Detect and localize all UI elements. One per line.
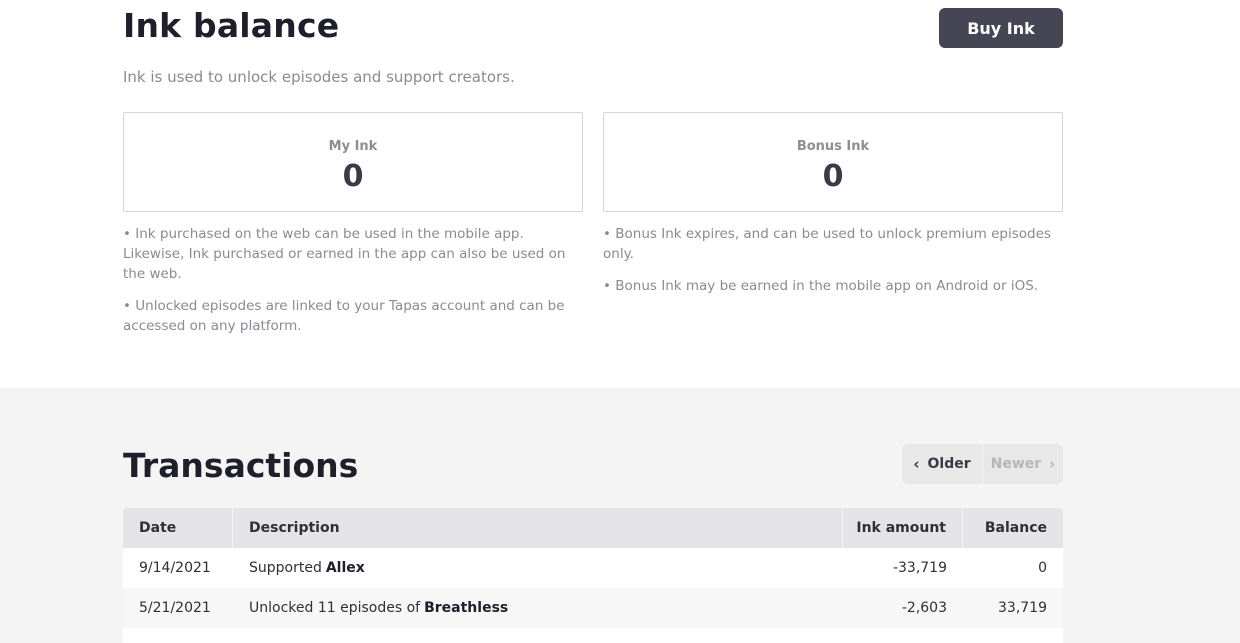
row-series-name[interactable]: Breathless [424, 600, 508, 616]
my-ink-label: My Ink [328, 139, 378, 154]
bonus-ink-label: Bonus Ink [796, 139, 870, 154]
bonus-ink-note: • Bonus Ink expires, and can be used to … [603, 226, 1051, 262]
row-balance: 33,719 [998, 600, 1047, 616]
page-subtitle: Ink is used to unlock episodes and suppo… [123, 68, 515, 86]
row-ink-amount: -2,603 [901, 600, 947, 616]
bonus-ink-note: • Bonus Ink may be earned in the mobile … [603, 278, 1039, 294]
page-title: Ink balance [123, 6, 340, 45]
row-ink-amount: -33,719 [892, 560, 947, 576]
table-row: 9/14/2021 Supported Allex -33,719 0 [123, 548, 1063, 588]
row-description-text: Supported [249, 560, 322, 576]
ink-balance-section: Ink balance Buy Ink Ink is used to unloc… [0, 0, 1240, 388]
row-date: 5/21/2021 [139, 600, 211, 616]
transactions-table: Date Description Ink amount Balance 9/14… [123, 508, 1063, 643]
column-description: Description [233, 508, 843, 548]
row-description: Supported Allex [233, 548, 843, 588]
transactions-section: Transactions ‹ Older Newer › Date Descri… [0, 388, 1240, 643]
row-description: Unlocked 11 episodes of Breathless [233, 588, 843, 628]
ink-note: • Unlocked episodes are linked to your T… [123, 298, 565, 334]
row-description-text: Unlocked 11 episodes of [249, 600, 421, 616]
table-row [123, 628, 1063, 643]
ink-note: • Ink purchased on the web can be used i… [123, 226, 566, 282]
column-balance: Balance [984, 520, 1047, 536]
bonus-ink-value: 0 [822, 159, 844, 194]
my-ink-card: My Ink 0 [123, 112, 583, 212]
bonus-ink-card: Bonus Ink 0 [603, 112, 1063, 212]
pagination: ‹ Older Newer › [902, 444, 1063, 484]
table-header: Date Description Ink amount Balance [123, 508, 1063, 548]
my-ink-value: 0 [342, 159, 364, 194]
row-balance: 0 [1038, 560, 1047, 576]
row-date: 9/14/2021 [139, 560, 211, 576]
ink-notes: • Ink purchased on the web can be used i… [123, 224, 583, 348]
newer-label: Newer [990, 456, 1042, 472]
transactions-title: Transactions [123, 446, 359, 485]
column-ink-amount: Ink amount [843, 508, 963, 548]
chevron-left-icon: ‹ [913, 455, 920, 473]
older-button[interactable]: ‹ Older [902, 444, 983, 484]
chevron-right-icon: › [1049, 455, 1056, 473]
table-row: 5/21/2021 Unlocked 11 episodes of Breath… [123, 588, 1063, 628]
bonus-ink-notes: • Bonus Ink expires, and can be used to … [603, 224, 1063, 308]
row-series-name[interactable]: Allex [326, 560, 365, 576]
newer-button: Newer › [983, 444, 1063, 484]
buy-ink-button[interactable]: Buy Ink [939, 8, 1063, 48]
column-date: Date [123, 508, 233, 548]
older-label: Older [927, 456, 971, 472]
